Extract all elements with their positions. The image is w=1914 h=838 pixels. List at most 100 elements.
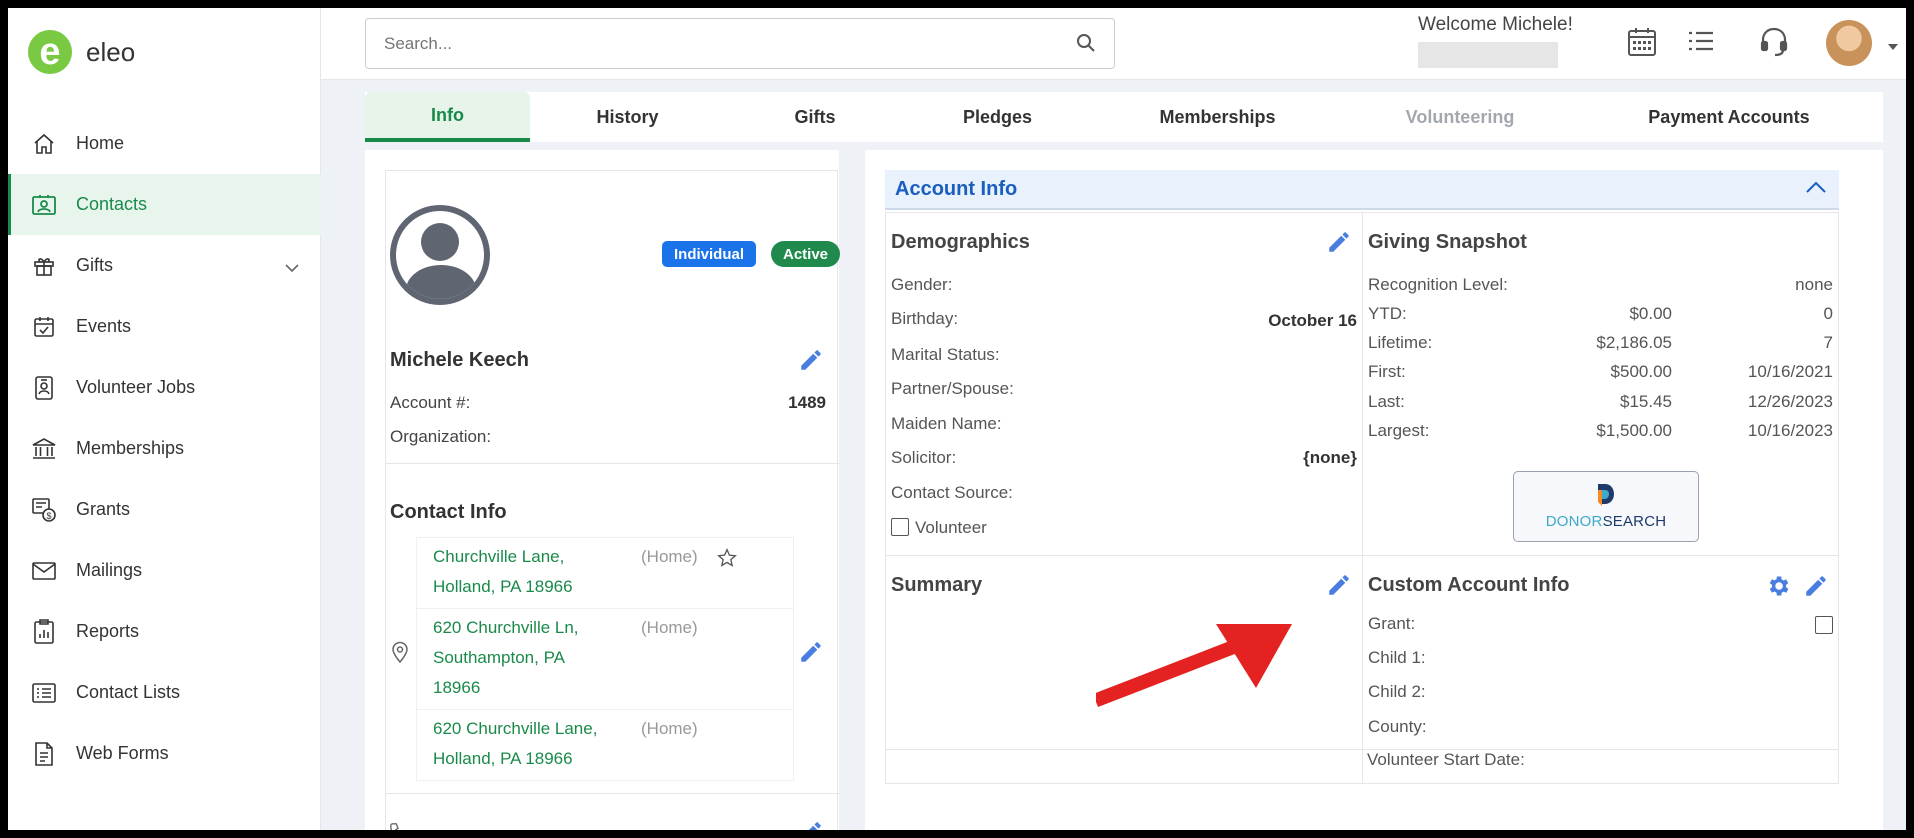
edit-summary-pencil-icon[interactable] <box>1326 572 1352 603</box>
gift-icon <box>30 252 58 280</box>
edit-address-pencil-icon[interactable] <box>798 639 824 670</box>
child1-label: Child 1: <box>1368 648 1426 667</box>
volunteer-checkbox[interactable] <box>891 518 909 536</box>
sidebar-item-grants[interactable]: $ Grants <box>8 479 321 540</box>
user-avatar[interactable] <box>1826 20 1872 66</box>
edit-name-pencil-icon[interactable] <box>798 347 824 378</box>
profile-avatar-icon <box>390 205 490 305</box>
sidebar-nav: Home Contacts Gifts Events Volunteer Job… <box>8 113 321 784</box>
account-info-title: Account Info <box>895 178 1018 200</box>
sidebar-item-label: Contact Lists <box>76 682 181 702</box>
tab-info[interactable]: Info <box>365 92 530 142</box>
address-line[interactable]: 620 Churchville Ln, <box>433 613 779 643</box>
phone-icon <box>388 821 410 830</box>
eleo-logo[interactable]: e eleo <box>28 30 135 74</box>
report-icon <box>30 618 58 646</box>
sidebar-item-web-forms[interactable]: Web Forms <box>8 723 321 784</box>
top-header: Welcome Michele! <box>321 8 1906 80</box>
calendar-check-icon <box>30 313 58 341</box>
sidebar-item-reports[interactable]: Reports <box>8 601 321 662</box>
account-info-header[interactable]: Account Info <box>885 170 1839 210</box>
address-line[interactable]: 620 Churchville Lane, <box>433 714 779 744</box>
sidebar-item-memberships[interactable]: Memberships <box>8 418 321 479</box>
organization-label: Organization: <box>390 427 492 446</box>
star-outline-icon[interactable] <box>717 548 737 578</box>
sidebar-item-label: Volunteer Jobs <box>76 377 196 397</box>
demographics-title: Demographics <box>891 231 1030 253</box>
chevron-up-icon[interactable] <box>1805 180 1827 199</box>
address-item[interactable]: Churchville Lane, Holland, PA 18966 (Hom… <box>417 538 793 609</box>
app-name: eleo <box>86 36 136 67</box>
grant-icon: $ <box>30 496 58 524</box>
donor-search-button[interactable]: DONORSEARCH <box>1513 471 1699 542</box>
account-info-card: Account Info Demographics Gender: Birthd… <box>865 150 1883 830</box>
contact-card-icon <box>30 191 58 219</box>
giving-row-extra: 0 <box>1823 304 1833 323</box>
address-line[interactable]: 18966 <box>433 673 779 703</box>
volunteer-label: Volunteer <box>915 518 987 537</box>
custom-account-info-title: Custom Account Info <box>1368 574 1570 596</box>
tab-gifts[interactable]: Gifts <box>725 92 905 142</box>
address-item[interactable]: 620 Churchville Lane, Holland, PA 18966 … <box>417 710 793 780</box>
edit-custom-info-pencil-icon[interactable] <box>1803 573 1829 604</box>
volunteer-checkbox-row[interactable]: Volunteer <box>891 518 987 538</box>
county-label: County: <box>1368 717 1427 736</box>
sidebar-item-contact-lists[interactable]: Contact Lists <box>8 662 321 723</box>
giving-row-label: YTD: <box>1368 304 1407 323</box>
tab-payment-accounts[interactable]: Payment Accounts <box>1575 92 1883 142</box>
address-item[interactable]: 620 Churchville Ln, Southampton, PA 1896… <box>417 609 793 710</box>
caret-down-icon[interactable] <box>1887 38 1899 56</box>
tab-memberships[interactable]: Memberships <box>1090 92 1345 142</box>
gear-icon[interactable] <box>1765 573 1791 604</box>
tab-pledges[interactable]: Pledges <box>905 92 1090 142</box>
divider <box>386 793 839 794</box>
giving-row-label: Lifetime: <box>1368 333 1433 352</box>
sidebar-item-events[interactable]: Events <box>8 296 321 357</box>
home-icon <box>30 130 58 158</box>
sidebar-item-mailings[interactable]: Mailings <box>8 540 321 601</box>
giving-row-amount: $0.00 <box>1629 304 1672 323</box>
grant-checkbox[interactable] <box>1815 616 1833 636</box>
contact-info-title: Contact Info <box>390 501 507 523</box>
profile-box: Individual Active Michele Keech Account … <box>385 170 841 830</box>
map-pin-icon <box>391 641 409 668</box>
address-type-label: (Home) <box>641 547 698 566</box>
edit-demographics-pencil-icon[interactable] <box>1326 229 1352 260</box>
contact-tabs: Info History Gifts Pledges Memberships V… <box>365 92 1883 142</box>
form-icon <box>30 740 58 768</box>
custom-account-info-panel: Custom Account Info Grant: Child 1: Chil… <box>1362 555 1839 750</box>
address-line[interactable]: Holland, PA 18966 <box>433 744 779 774</box>
account-number-label: Account #: <box>390 393 471 412</box>
sidebar-item-contacts[interactable]: Contacts <box>8 174 321 235</box>
headset-icon[interactable] <box>1759 26 1789 63</box>
giving-row-label: First: <box>1368 362 1406 381</box>
welcome-message: Welcome Michele! <box>1418 14 1573 35</box>
sidebar-item-label: Contacts <box>76 194 148 214</box>
sidebar-item-label: Web Forms <box>76 743 169 763</box>
chevron-down-icon[interactable] <box>285 257 299 278</box>
giving-row-amount: $2,186.05 <box>1596 333 1672 352</box>
search-icon[interactable] <box>1076 33 1096 58</box>
contact-source-label: Contact Source: <box>891 483 1013 502</box>
sidebar-item-label: Home <box>76 133 125 153</box>
task-list-icon[interactable] <box>1686 26 1716 61</box>
sidebar-item-volunteer-jobs[interactable]: Volunteer Jobs <box>8 357 321 418</box>
calendar-icon[interactable] <box>1626 26 1658 63</box>
sidebar-item-home[interactable]: Home <box>8 113 321 174</box>
address-line[interactable]: Southampton, PA <box>433 643 779 673</box>
search-input[interactable] <box>366 19 1046 68</box>
sidebar-item-gifts[interactable]: Gifts <box>8 235 321 296</box>
sidebar: e eleo Home Contacts Gifts Events Volunt… <box>8 8 321 830</box>
giving-row-amount: $15.45 <box>1620 392 1672 411</box>
birthday-value: October 16 <box>1268 311 1357 330</box>
summary-panel-footer <box>885 748 1363 784</box>
list-icon <box>30 679 58 707</box>
birthday-label: Birthday: <box>891 309 959 328</box>
edit-phone-pencil-icon[interactable] <box>798 819 824 830</box>
eleo-logo-icon: e <box>28 30 72 74</box>
search-box[interactable] <box>365 18 1115 69</box>
tab-history[interactable]: History <box>530 92 725 142</box>
demographics-panel: Demographics Gender: Birthday: October 1… <box>885 212 1363 556</box>
custom-account-info-panel-footer <box>1362 748 1839 784</box>
sidebar-item-label: Gifts <box>76 255 114 275</box>
